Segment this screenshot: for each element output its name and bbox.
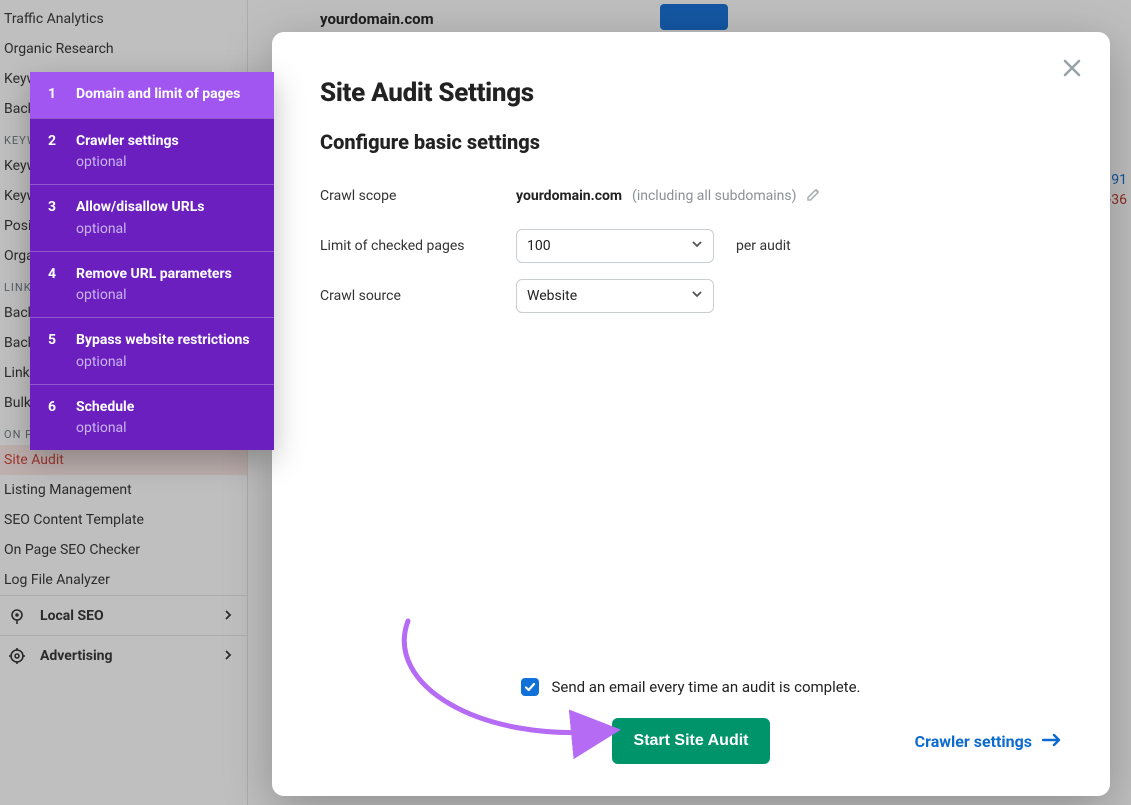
target-icon [6,647,28,665]
nav-group[interactable]: Local SEO [0,595,247,635]
nav-item[interactable]: On Page SEO Checker [0,535,247,565]
nav-group-label: Advertising [40,648,113,664]
wizard-step-3[interactable]: 3 Allow/disallow URLs optional [30,184,274,251]
crawler-settings-link[interactable]: Crawler settings [915,732,1062,751]
pin-icon [6,607,28,625]
modal-title: Site Audit Settings [320,78,1062,108]
wizard-step-optional: optional [76,154,179,170]
wizard-step-title: Domain and limit of pages [76,86,240,104]
bg-setup-button [660,4,728,30]
wizard-step-number: 2 [48,133,60,171]
wizard-step-1[interactable]: 1 Domain and limit of pages [30,72,274,118]
nav-item[interactable]: Log File Analyzer [0,565,247,595]
nav-group-label: Local SEO [40,608,104,624]
nav-item[interactable]: SEO Content Template [0,505,247,535]
wizard-step-5[interactable]: 5 Bypass website restrictions optional [30,317,274,384]
chevron-right-icon [223,648,233,664]
crawler-settings-label: Crawler settings [915,732,1032,751]
nav-group[interactable]: Advertising [0,635,247,675]
pencil-icon[interactable] [806,186,822,206]
wizard-step-number: 1 [48,86,60,104]
wizard-step-optional: optional [76,420,134,436]
chevron-down-icon [691,238,703,254]
close-icon[interactable] [1058,54,1086,82]
wizard-step-title: Allow/disallow URLs [76,199,205,217]
crawl-scope-domain: yourdomain.com [516,188,622,204]
wizard-step-2[interactable]: 2 Crawler settings optional [30,118,274,185]
wizard-step-optional: optional [76,221,205,237]
row-crawl-scope: Crawl scope yourdomain.com (including al… [320,178,1062,214]
wizard-step-number: 3 [48,199,60,237]
nav-item[interactable]: Traffic Analytics [0,4,247,34]
crawl-source-label: Crawl source [320,288,516,304]
nav-item[interactable]: Listing Management [0,475,247,505]
wizard-step-optional: optional [76,354,250,370]
wizard-step-optional: optional [76,287,232,303]
wizard-step-title: Crawler settings [76,133,179,151]
bg-domain-text: yourdomain.com [320,10,434,28]
wizard-step-6[interactable]: 6 Schedule optional [30,384,274,451]
wizard-step-number: 4 [48,266,60,304]
arrow-right-icon [1042,732,1062,751]
limit-pages-select[interactable]: 100 [516,229,714,263]
chevron-right-icon [223,608,233,624]
wizard-step-title: Bypass website restrictions [76,332,250,350]
wizard-step-title: Remove URL parameters [76,266,232,284]
wizard-steps: 1 Domain and limit of pages 2 Crawler setti… [30,72,274,450]
wizard-step-4[interactable]: 4 Remove URL parameters optional [30,251,274,318]
wizard-step-number: 6 [48,399,60,437]
email-checkbox-label: Send an email every time an audit is com… [551,678,860,696]
row-limit-pages: Limit of checked pages 100 per audit [320,228,1062,264]
bg-right-numbers: 91 -36 [1107,170,1127,210]
wizard-step-title: Schedule [76,399,134,417]
email-checkbox[interactable] [521,678,539,696]
row-crawl-source: Crawl source Website [320,278,1062,314]
per-audit-text: per audit [736,238,791,254]
crawl-scope-note: (including all subdomains) [632,188,796,204]
wizard-step-number: 5 [48,332,60,370]
crawl-source-value: Website [527,288,577,304]
limit-pages-value: 100 [527,238,551,254]
start-site-audit-button[interactable]: Start Site Audit [612,718,771,764]
crawl-source-select[interactable]: Website [516,279,714,313]
chevron-down-icon [691,288,703,304]
site-audit-settings-modal: Site Audit Settings Configure basic sett… [272,32,1110,796]
crawl-scope-label: Crawl scope [320,188,516,204]
nav-item[interactable]: Organic Research [0,34,247,64]
modal-subtitle: Configure basic settings [320,130,1062,154]
limit-pages-label: Limit of checked pages [320,238,516,254]
